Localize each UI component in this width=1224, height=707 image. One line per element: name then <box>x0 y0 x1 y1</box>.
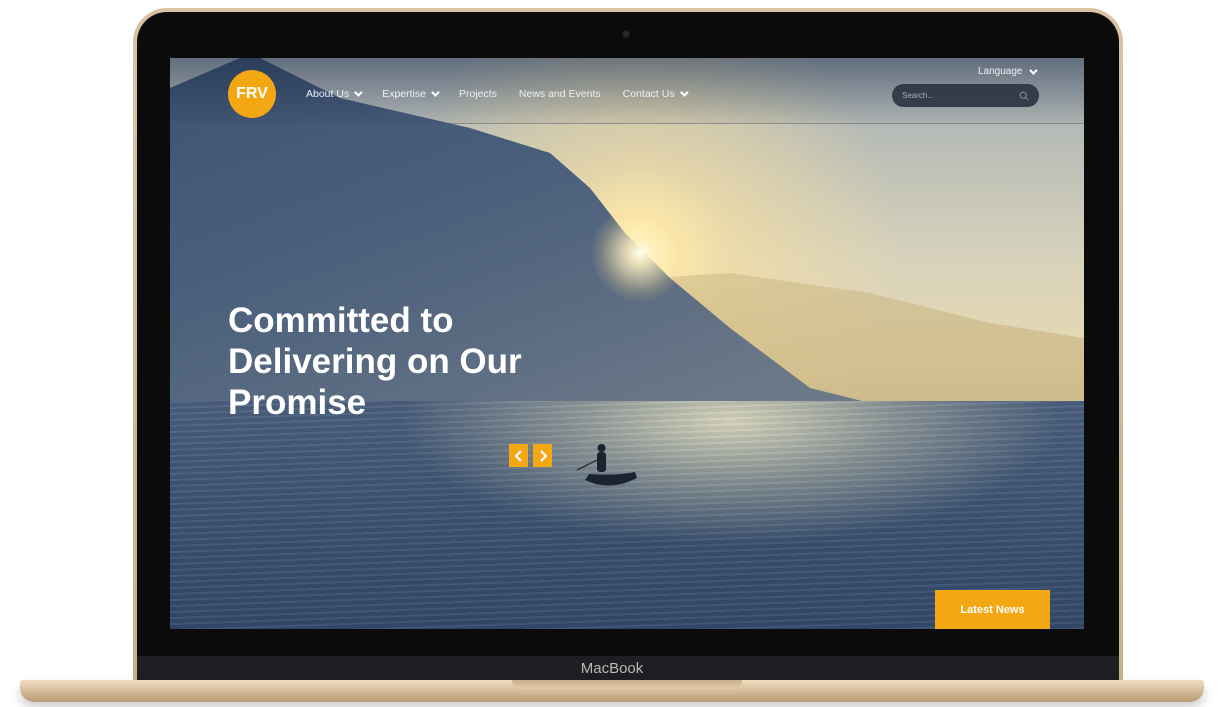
hero-title-line-3: Promise <box>228 383 367 422</box>
nav-item-news-events[interactable]: News and Events <box>519 88 601 100</box>
search-icon[interactable] <box>1019 91 1029 101</box>
website-screen: FRV About Us Expertise Projects News and… <box>170 58 1084 629</box>
hero-title: Committed to Delivering on Our Promise <box>228 300 588 423</box>
nav-item-projects[interactable]: Projects <box>459 88 497 100</box>
sun-glow <box>590 203 690 303</box>
chevron-down-icon <box>431 88 440 97</box>
nav-label-contact-us: Contact Us <box>622 88 675 100</box>
chevron-left-icon <box>513 449 522 462</box>
slider-prev-button[interactable] <box>509 444 528 467</box>
hero-title-line-1: Committed to <box>228 301 454 340</box>
nav-item-about-us[interactable]: About Us <box>306 88 363 100</box>
nav-item-contact-us[interactable]: Contact Us <box>622 88 689 100</box>
latest-news-button[interactable]: Latest News <box>935 590 1050 629</box>
language-selector[interactable]: Language <box>978 65 1038 77</box>
nav-label-news-events: News and Events <box>518 88 601 100</box>
frv-logo[interactable]: FRV <box>228 70 276 118</box>
nav-item-expertise[interactable]: Expertise <box>382 88 440 100</box>
chevron-down-icon <box>354 88 363 97</box>
chevron-right-icon <box>539 449 548 462</box>
fisherman-boat-image <box>576 444 637 486</box>
main-navigation: About Us Expertise Projects News and Eve… <box>306 88 689 100</box>
slider-next-button[interactable] <box>533 444 552 467</box>
language-label: Language <box>978 66 1023 77</box>
macbook-label: MacBook <box>580 660 644 677</box>
laptop-notch <box>512 680 742 689</box>
nav-label-expertise: Expertise <box>382 88 426 100</box>
search-input[interactable] <box>902 91 1019 100</box>
search-box[interactable] <box>892 84 1039 107</box>
nav-label-about-us: About Us <box>306 88 350 100</box>
nav-label-projects: Projects <box>458 88 497 100</box>
hero-title-line-2: Delivering on Our <box>228 342 522 381</box>
camera-dot <box>623 31 629 37</box>
